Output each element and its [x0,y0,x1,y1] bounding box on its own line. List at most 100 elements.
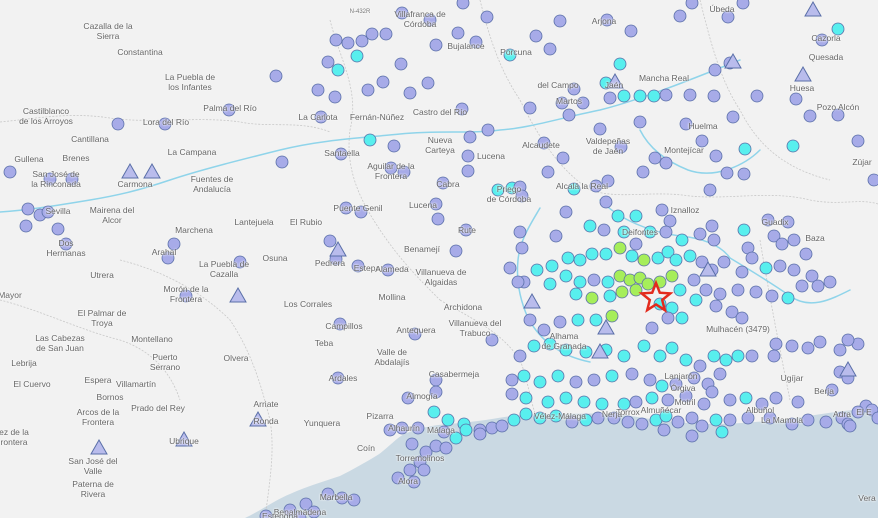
station-marker[interactable] [789,92,803,106]
station-marker[interactable] [613,57,627,71]
station-marker[interactable] [533,375,547,389]
station-marker[interactable] [573,253,587,267]
station-marker[interactable] [633,115,647,129]
station-marker[interactable] [527,339,541,353]
station-marker[interactable] [567,82,581,96]
station-marker[interactable] [703,183,717,197]
station-marker[interactable] [605,309,619,323]
station-marker[interactable] [661,393,675,407]
station-marker[interactable] [695,134,709,148]
station-marker[interactable] [463,130,477,144]
station-marker[interactable] [259,509,273,518]
station-marker[interactable] [815,33,829,47]
station-marker[interactable] [723,413,737,427]
station-marker[interactable] [397,165,411,179]
station-marker[interactable] [587,273,601,287]
station-marker[interactable] [481,123,495,137]
station-marker[interactable] [791,395,805,409]
station-marker[interactable] [275,155,289,169]
station-marker[interactable] [629,209,643,223]
station-marker[interactable] [717,255,731,269]
station-marker[interactable] [473,427,487,441]
station-marker[interactable] [158,117,172,131]
station-marker[interactable] [449,244,463,258]
station-marker[interactable] [314,110,328,124]
station-marker[interactable] [665,341,679,355]
station-marker[interactable] [403,86,417,100]
station-marker[interactable] [583,219,597,233]
station-marker[interactable] [637,253,651,267]
station-marker[interactable] [603,289,617,303]
station-marker[interactable] [663,214,677,228]
station-marker[interactable] [795,279,809,293]
station-marker[interactable] [505,373,519,387]
station-marker[interactable] [441,413,455,427]
station-marker[interactable] [354,205,368,219]
station-marker[interactable] [111,117,125,131]
station-marker[interactable] [831,22,845,36]
station-marker[interactable] [750,89,764,103]
station-marker[interactable] [781,291,795,305]
station-marker[interactable] [423,13,437,27]
station-marker[interactable] [841,333,855,347]
station-marker[interactable] [43,172,57,186]
station-marker[interactable] [569,287,583,301]
station-marker[interactable] [567,182,581,196]
station-marker[interactable] [519,391,533,405]
station-marker[interactable] [553,315,567,329]
station-marker[interactable] [689,293,703,307]
station-marker[interactable] [511,275,525,289]
station-marker[interactable] [361,83,375,97]
station-marker[interactable] [401,391,415,405]
station-marker[interactable] [813,335,827,349]
station-marker[interactable] [571,313,585,327]
station-marker[interactable] [687,273,701,287]
station-marker[interactable] [695,419,709,433]
station-marker[interactable] [351,259,365,273]
station-marker[interactable] [625,249,639,263]
station-marker[interactable] [685,429,699,443]
station-marker[interactable] [339,201,353,215]
station-marker[interactable] [761,213,775,227]
station-marker[interactable] [597,223,611,237]
station-marker[interactable] [617,89,631,103]
station-marker[interactable] [799,247,813,261]
station-marker[interactable] [429,385,443,399]
station-marker[interactable] [603,91,617,105]
station-marker[interactable] [659,409,673,423]
station-marker[interactable] [407,475,421,489]
station-marker[interactable] [657,423,671,437]
station-marker[interactable] [825,383,839,397]
station-marker[interactable] [643,373,657,387]
station-marker[interactable] [485,333,499,347]
station-marker[interactable] [636,165,650,179]
station-marker[interactable] [283,503,297,517]
station-marker[interactable] [436,176,450,190]
station-marker[interactable] [387,139,401,153]
station-marker[interactable] [655,203,669,217]
station-marker[interactable] [669,253,683,267]
station-marker[interactable] [365,27,379,41]
station-marker[interactable] [403,463,417,477]
station-marker[interactable] [786,139,800,153]
station-marker[interactable] [705,385,719,399]
station-marker[interactable] [759,261,773,275]
station-marker[interactable] [709,149,723,163]
station-marker[interactable] [329,33,343,47]
station-marker[interactable] [719,353,733,367]
station-marker[interactable] [773,259,787,273]
station-marker[interactable] [449,431,463,445]
station-marker[interactable] [599,247,613,261]
station-marker[interactable] [605,369,619,383]
station-marker[interactable] [456,0,470,10]
station-marker[interactable] [803,109,817,123]
station-marker[interactable] [394,57,408,71]
station-marker[interactable] [617,349,631,363]
station-marker[interactable] [3,165,17,179]
station-marker[interactable] [384,161,398,175]
station-marker[interactable] [685,411,699,425]
station-marker[interactable] [543,277,557,291]
station-marker[interactable] [851,405,865,419]
station-marker[interactable] [530,263,544,277]
station-marker[interactable] [161,251,175,265]
